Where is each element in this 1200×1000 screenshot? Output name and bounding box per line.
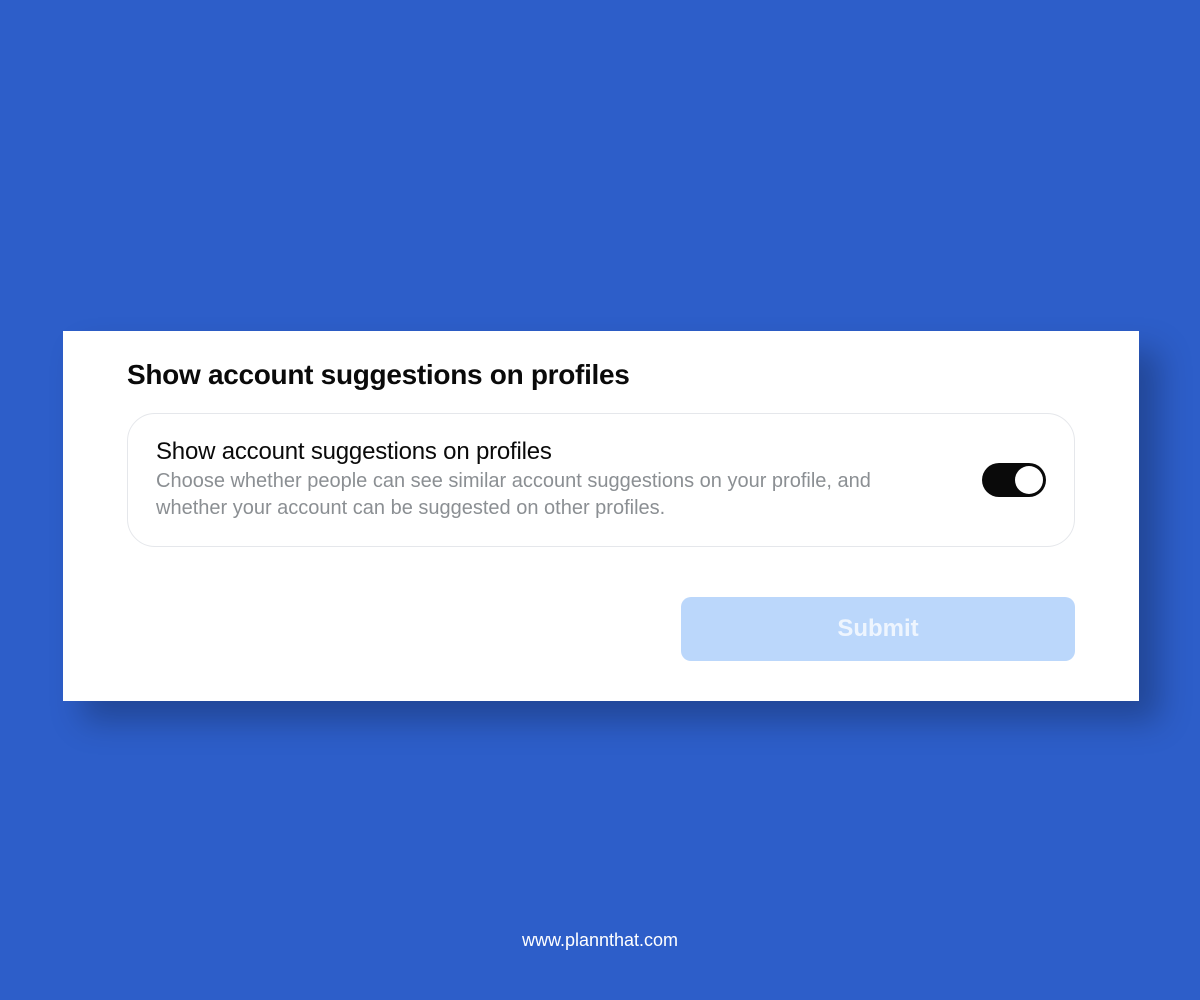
card-header: Show account suggestions on profiles [127,359,1075,391]
setting-text-block: Show account suggestions on profiles Cho… [156,438,946,522]
toggle-knob [1015,466,1043,494]
actions-row: Submit [127,597,1075,661]
settings-card: Show account suggestions on profiles Sho… [63,331,1139,701]
account-suggestions-toggle[interactable] [982,463,1046,497]
setting-description: Choose whether people can see similar ac… [156,468,946,522]
setting-row: Show account suggestions on profiles Cho… [127,413,1075,547]
setting-title: Show account suggestions on profiles [156,438,946,466]
footer-url: www.plannthat.com [0,930,1200,951]
submit-button[interactable]: Submit [681,597,1075,661]
